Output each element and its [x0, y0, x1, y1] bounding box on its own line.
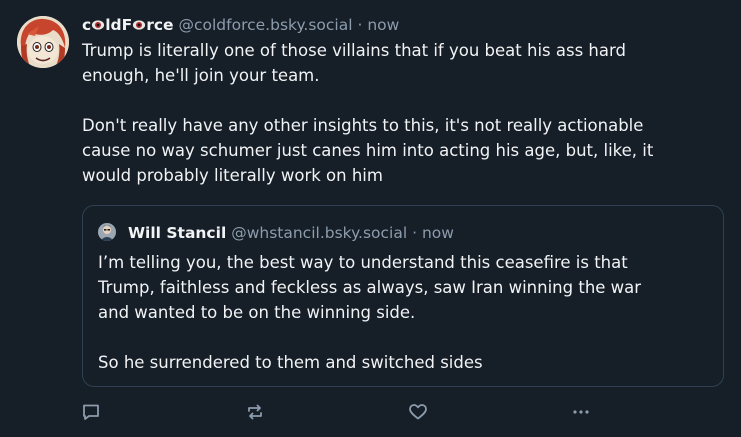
- reply-button[interactable]: [79, 400, 103, 424]
- speech-bubble-icon: [81, 402, 101, 422]
- more-options-button[interactable]: [569, 400, 593, 424]
- avatar-image: [17, 16, 69, 68]
- eye-icon: [91, 16, 106, 38]
- author-handle[interactable]: @coldforce.bsky.social: [179, 16, 353, 34]
- post-actions: [0, 400, 741, 424]
- post-header: c ldF rce @coldforce.bsky.social · now: [82, 14, 727, 38]
- quoted-post-timestamp: now: [421, 224, 454, 242]
- quoted-post-header: Will Stancil @whstancil.bsky.social · no…: [98, 222, 454, 244]
- like-button[interactable]: [406, 400, 430, 424]
- heart-icon: [408, 402, 428, 422]
- separator-dot: ·: [357, 16, 363, 34]
- separator-dot: ·: [412, 224, 418, 242]
- display-name-part: c: [82, 16, 92, 34]
- author-avatar[interactable]: [17, 16, 69, 68]
- repost-button[interactable]: [243, 400, 267, 424]
- display-name-part: ldF: [105, 16, 133, 34]
- display-name-part: rce: [146, 16, 174, 34]
- repost-arrows-icon: [245, 402, 265, 422]
- author-display-name[interactable]: c ldF rce: [82, 16, 174, 34]
- quoted-author-name[interactable]: Will Stancil: [128, 224, 226, 242]
- post-content: c ldF rce @coldforce.bsky.social · now Tru…: [82, 14, 727, 188]
- ellipsis-icon: [571, 402, 591, 422]
- quoted-post[interactable]: Will Stancil @whstancil.bsky.social · no…: [82, 205, 724, 387]
- post-text: Trump is literally one of those villains…: [82, 41, 654, 185]
- post[interactable]: c ldF rce @coldforce.bsky.social · now Tru…: [0, 0, 741, 437]
- quoted-author-handle[interactable]: @whstancil.bsky.social: [231, 224, 407, 242]
- eye-icon: [132, 16, 147, 38]
- quoted-post-text: I’m telling you, the best way to underst…: [98, 253, 642, 372]
- post-timestamp[interactable]: now: [367, 16, 399, 34]
- quoted-author-avatar: [98, 223, 116, 241]
